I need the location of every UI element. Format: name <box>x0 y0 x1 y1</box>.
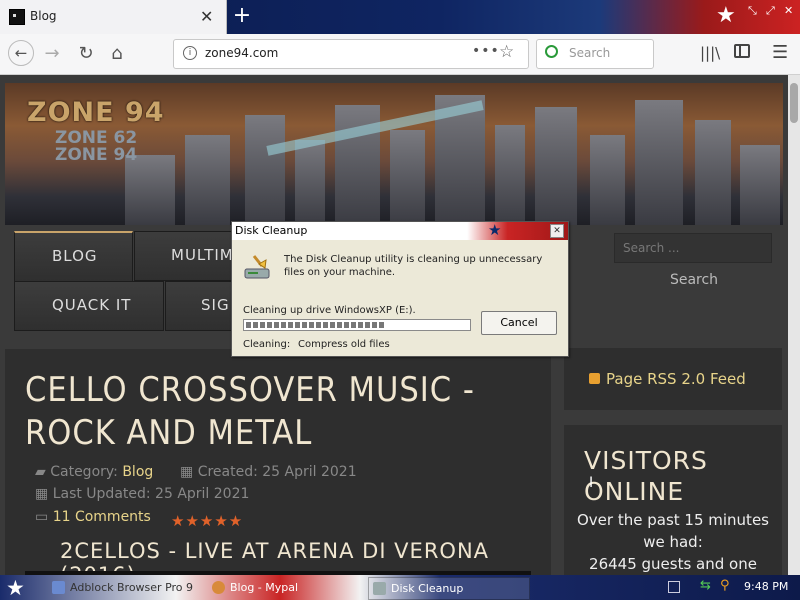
network-icon[interactable]: ⇆ <box>700 578 711 593</box>
navigation-bar: ← → ↻ ⌂ i zone94.com ••• ☆ Search |||\ ☰ <box>0 34 800 75</box>
page-scrollbar[interactable] <box>788 75 800 575</box>
rating-stars[interactable]: ★★★★★ <box>171 512 243 530</box>
forward-button[interactable]: → <box>40 42 64 66</box>
article-created: ▦ Created: 25 April 2021 <box>180 464 357 480</box>
article-category: ▰ Category: Blog <box>35 464 153 480</box>
browser-search-box[interactable]: Search <box>536 39 654 69</box>
window-restore-icon[interactable]: ⤢ <box>766 4 775 18</box>
rss-link[interactable]: Page RSS 2.0 Feed <box>606 370 746 388</box>
taskbar: ★ Adblock Browser Pro 9 Blog - Mypal Dis… <box>0 575 800 600</box>
visitors-line2: we had: <box>643 533 703 551</box>
article-comments[interactable]: ▭ 11 Comments <box>35 509 151 525</box>
disk-cleanup-dialog: Disk Cleanup ★ ✕ The Disk Cleanup utilit… <box>231 221 569 357</box>
visitors-title-line2: ONLINE <box>584 477 685 506</box>
tab-close-icon[interactable]: ✕ <box>200 7 213 26</box>
new-tab-button[interactable]: + <box>231 3 253 29</box>
system-clock: 9:48 PM <box>744 580 789 593</box>
cleaning-label: Cleaning: <box>243 339 291 350</box>
search-tray-icon[interactable]: ⚲ <box>720 578 730 593</box>
cleanup-progress-bar <box>243 319 471 331</box>
cleanup-progress-fill <box>246 322 384 328</box>
menu-item-label: QUACK IT <box>52 296 132 314</box>
dialog-drive-text: Cleaning up drive WindowsXP (E:). <box>243 305 416 316</box>
disk-cleanup-icon <box>373 582 386 595</box>
mypal-icon <box>212 581 225 594</box>
browser-tab-strip: Blog ✕ + ★ ⤡ ⤢ ✕ <box>0 0 800 34</box>
taskbar-item-adblock[interactable]: Adblock Browser Pro 9 <box>48 577 198 598</box>
taskbar-item-disk-cleanup[interactable]: Disk Cleanup <box>368 577 530 600</box>
library-icon[interactable]: |||\ <box>700 44 720 62</box>
taskbar-item-label: Blog - Mypal <box>230 581 299 594</box>
theme-star-icon: ★ <box>488 221 502 239</box>
browser-icon <box>52 581 65 594</box>
site-search-button-label: Search <box>669 272 719 288</box>
bookmark-star-icon[interactable]: ☆ <box>499 42 514 62</box>
visitors-title: VISITORS ONLINE <box>584 445 774 507</box>
visitors-title-line1: VISITORS <box>584 446 708 475</box>
dialog-titlebar[interactable]: Disk Cleanup ★ ✕ <box>232 221 568 240</box>
cleaning-value: Compress old files <box>298 339 390 350</box>
rss-module: Page RSS 2.0 Feed <box>564 348 782 410</box>
cancel-button[interactable]: Cancel <box>481 311 557 335</box>
disk-cleanup-icon <box>244 255 270 279</box>
search-engine-icon <box>545 45 558 58</box>
visitors-line1: Over the past 15 minutes <box>577 511 769 529</box>
site-banner: ZONE 94 ZONE 62 ZONE 94 <box>5 83 783 225</box>
category-label: Category: <box>50 464 118 480</box>
menu-item-multimedia[interactable]: MULTIM <box>134 231 236 281</box>
category-link[interactable]: Blog <box>122 464 153 480</box>
article-subheading: 2CELLOS - LIVE AT ARENA DI VERONA (2016) <box>60 539 490 575</box>
visitors-line3: 26445 guests and one <box>589 555 757 573</box>
comment-icon: ▭ <box>35 509 53 525</box>
menu-item-blog[interactable]: BLOG <box>14 231 133 282</box>
folder-icon: ▰ <box>35 464 51 480</box>
calendar-icon: ▦ <box>35 486 53 502</box>
back-button[interactable]: ← <box>8 40 34 66</box>
tab-title: Blog <box>30 9 57 23</box>
taskbar-item-label: Adblock Browser Pro 9 <box>70 581 194 594</box>
window-close-icon[interactable]: ✕ <box>784 4 793 17</box>
search-placeholder: Search <box>569 46 611 60</box>
site-logo[interactable]: ZONE 94 <box>27 97 165 128</box>
keyboard-icon[interactable] <box>668 581 680 593</box>
dialog-title: Disk Cleanup <box>235 224 308 237</box>
calendar-icon: ▦ <box>180 464 198 480</box>
window-minimize-icon[interactable]: ⤡ <box>748 4 757 18</box>
start-button[interactable]: ★ <box>6 576 25 600</box>
site-info-icon[interactable]: i <box>183 46 197 60</box>
article: CELLO CROSSOVER MUSIC - ROCK AND METAL ▰… <box>5 349 551 575</box>
tab-blog[interactable]: Blog ✕ <box>0 0 227 34</box>
dialog-close-button[interactable]: ✕ <box>550 224 564 238</box>
menu-item-label: BLOG <box>52 247 98 265</box>
reload-button[interactable]: ↻ <box>74 42 98 66</box>
sidebar-toggle-icon[interactable] <box>734 44 750 58</box>
article-updated: ▦ Last Updated: 25 April 2021 <box>35 486 249 502</box>
site-search-placeholder: Search ... <box>623 241 680 255</box>
site-search-input[interactable]: Search ... <box>614 233 772 263</box>
site-search-button[interactable]: Search <box>640 265 748 295</box>
home-button[interactable]: ⌂ <box>105 42 129 66</box>
logo-sub-2: ZONE 94 <box>55 145 138 165</box>
site-logo-sub: ZONE 62 ZONE 94 <box>55 130 137 164</box>
page-actions-icon[interactable]: ••• <box>472 43 500 59</box>
taskbar-item-blog[interactable]: Blog - Mypal <box>208 577 358 598</box>
visitors-module: VISITORS ONLINE Over the past 15 minutes… <box>564 425 782 575</box>
url-text[interactable]: zone94.com <box>205 46 278 60</box>
text-cursor-icon: I <box>589 475 594 491</box>
comments-link[interactable]: 11 Comments <box>53 509 151 525</box>
taskbar-item-label: Disk Cleanup <box>391 582 464 595</box>
url-bar[interactable]: i zone94.com ••• ☆ <box>173 39 529 69</box>
menu-item-sign[interactable]: SIGN <box>165 281 241 331</box>
site-favicon-icon <box>9 9 25 25</box>
article-title[interactable]: CELLO CROSSOVER MUSIC - ROCK AND METAL <box>25 369 535 455</box>
hamburger-menu-icon[interactable]: ☰ <box>772 42 788 63</box>
scrollbar-thumb[interactable] <box>790 83 798 123</box>
updated-text: Last Updated: 25 April 2021 <box>52 486 250 502</box>
dialog-message: The Disk Cleanup utility is cleaning up … <box>284 254 543 278</box>
menu-item-label: MULTIM <box>171 246 234 264</box>
rss-icon <box>589 373 600 384</box>
menu-item-quack-it[interactable]: QUACK IT <box>14 281 164 331</box>
created-text: Created: 25 April 2021 <box>197 464 357 480</box>
theme-star-icon: ★ <box>716 3 736 28</box>
